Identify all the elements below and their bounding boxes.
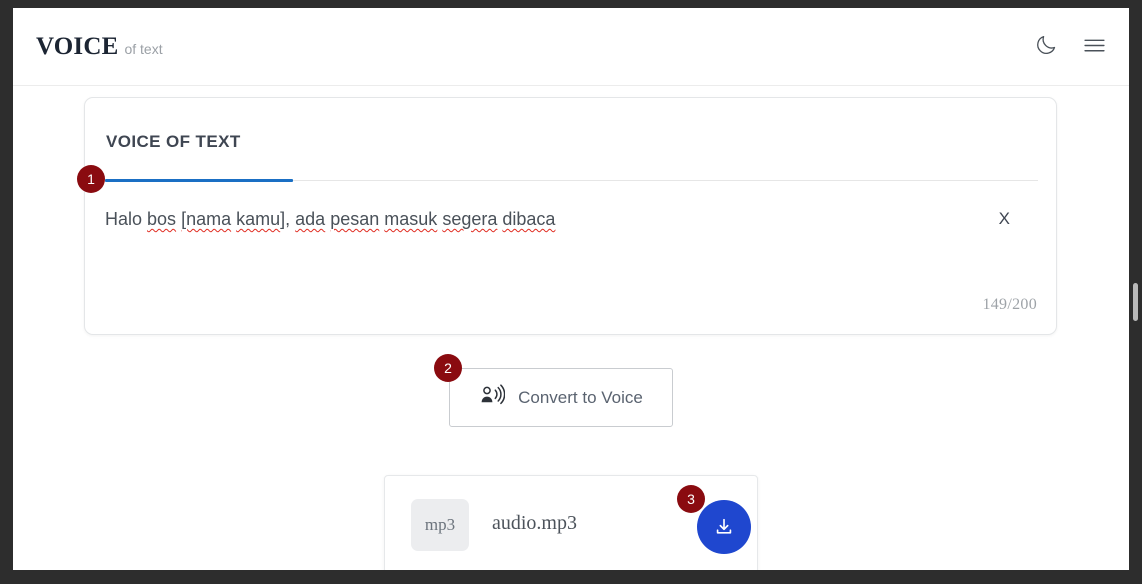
step-badge-3: 3	[677, 485, 705, 513]
misspelled-word: masuk	[384, 209, 438, 229]
browser-window-frame: VOICE of text VOICE OF TEXT Halo bos [na…	[0, 0, 1142, 584]
clear-text-button[interactable]: X	[995, 208, 1014, 229]
person-speaking-icon	[479, 383, 506, 412]
misspelled-word: segera	[442, 209, 498, 229]
page-scrollbar-thumb[interactable]	[1133, 283, 1138, 321]
misspelled-word: [nama	[181, 209, 232, 229]
text-fragment: Halo	[105, 209, 148, 229]
misspelled-word: pesan	[330, 209, 380, 229]
voice-of-text-card: VOICE OF TEXT Halo bos [nama kamu], ada …	[84, 97, 1057, 335]
character-counter: 149/200	[982, 296, 1037, 313]
text-input-value[interactable]: Halo bos [nama kamu], ada pesan masuk se…	[105, 206, 965, 232]
download-filename: audio.mp3	[492, 512, 577, 534]
page-title: VOICE OF TEXT	[106, 132, 241, 151]
download-button[interactable]	[697, 500, 751, 554]
text-fragment: ],	[280, 209, 296, 229]
page-viewport: VOICE of text VOICE OF TEXT Halo bos [na…	[13, 8, 1129, 570]
misspelled-word: kamu	[236, 209, 281, 229]
moon-icon[interactable]	[1033, 32, 1059, 58]
brand-logo[interactable]: VOICE of text	[36, 33, 163, 61]
input-underline-active	[105, 179, 293, 182]
convert-button-wrapper: Convert to Voice	[449, 368, 673, 427]
hamburger-menu-icon[interactable]	[1081, 32, 1107, 58]
convert-to-voice-button[interactable]: Convert to Voice	[449, 368, 673, 427]
step-badge-2: 2	[434, 354, 462, 382]
misspelled-word: bos	[147, 209, 177, 229]
step-badge-1: 1	[77, 165, 105, 193]
file-type-chip: mp3	[411, 499, 469, 551]
misspelled-word: ada	[295, 209, 326, 229]
top-navigation-bar: VOICE of text	[13, 8, 1129, 86]
page-scrollbar-track[interactable]	[1132, 8, 1140, 570]
input-underline-track	[105, 179, 1038, 182]
convert-button-label: Convert to Voice	[518, 387, 643, 407]
nav-icon-group	[1033, 32, 1107, 58]
brand-name: VOICE	[36, 33, 119, 60]
misspelled-word: dibaca	[502, 209, 556, 229]
brand-tagline: of text	[124, 41, 163, 57]
